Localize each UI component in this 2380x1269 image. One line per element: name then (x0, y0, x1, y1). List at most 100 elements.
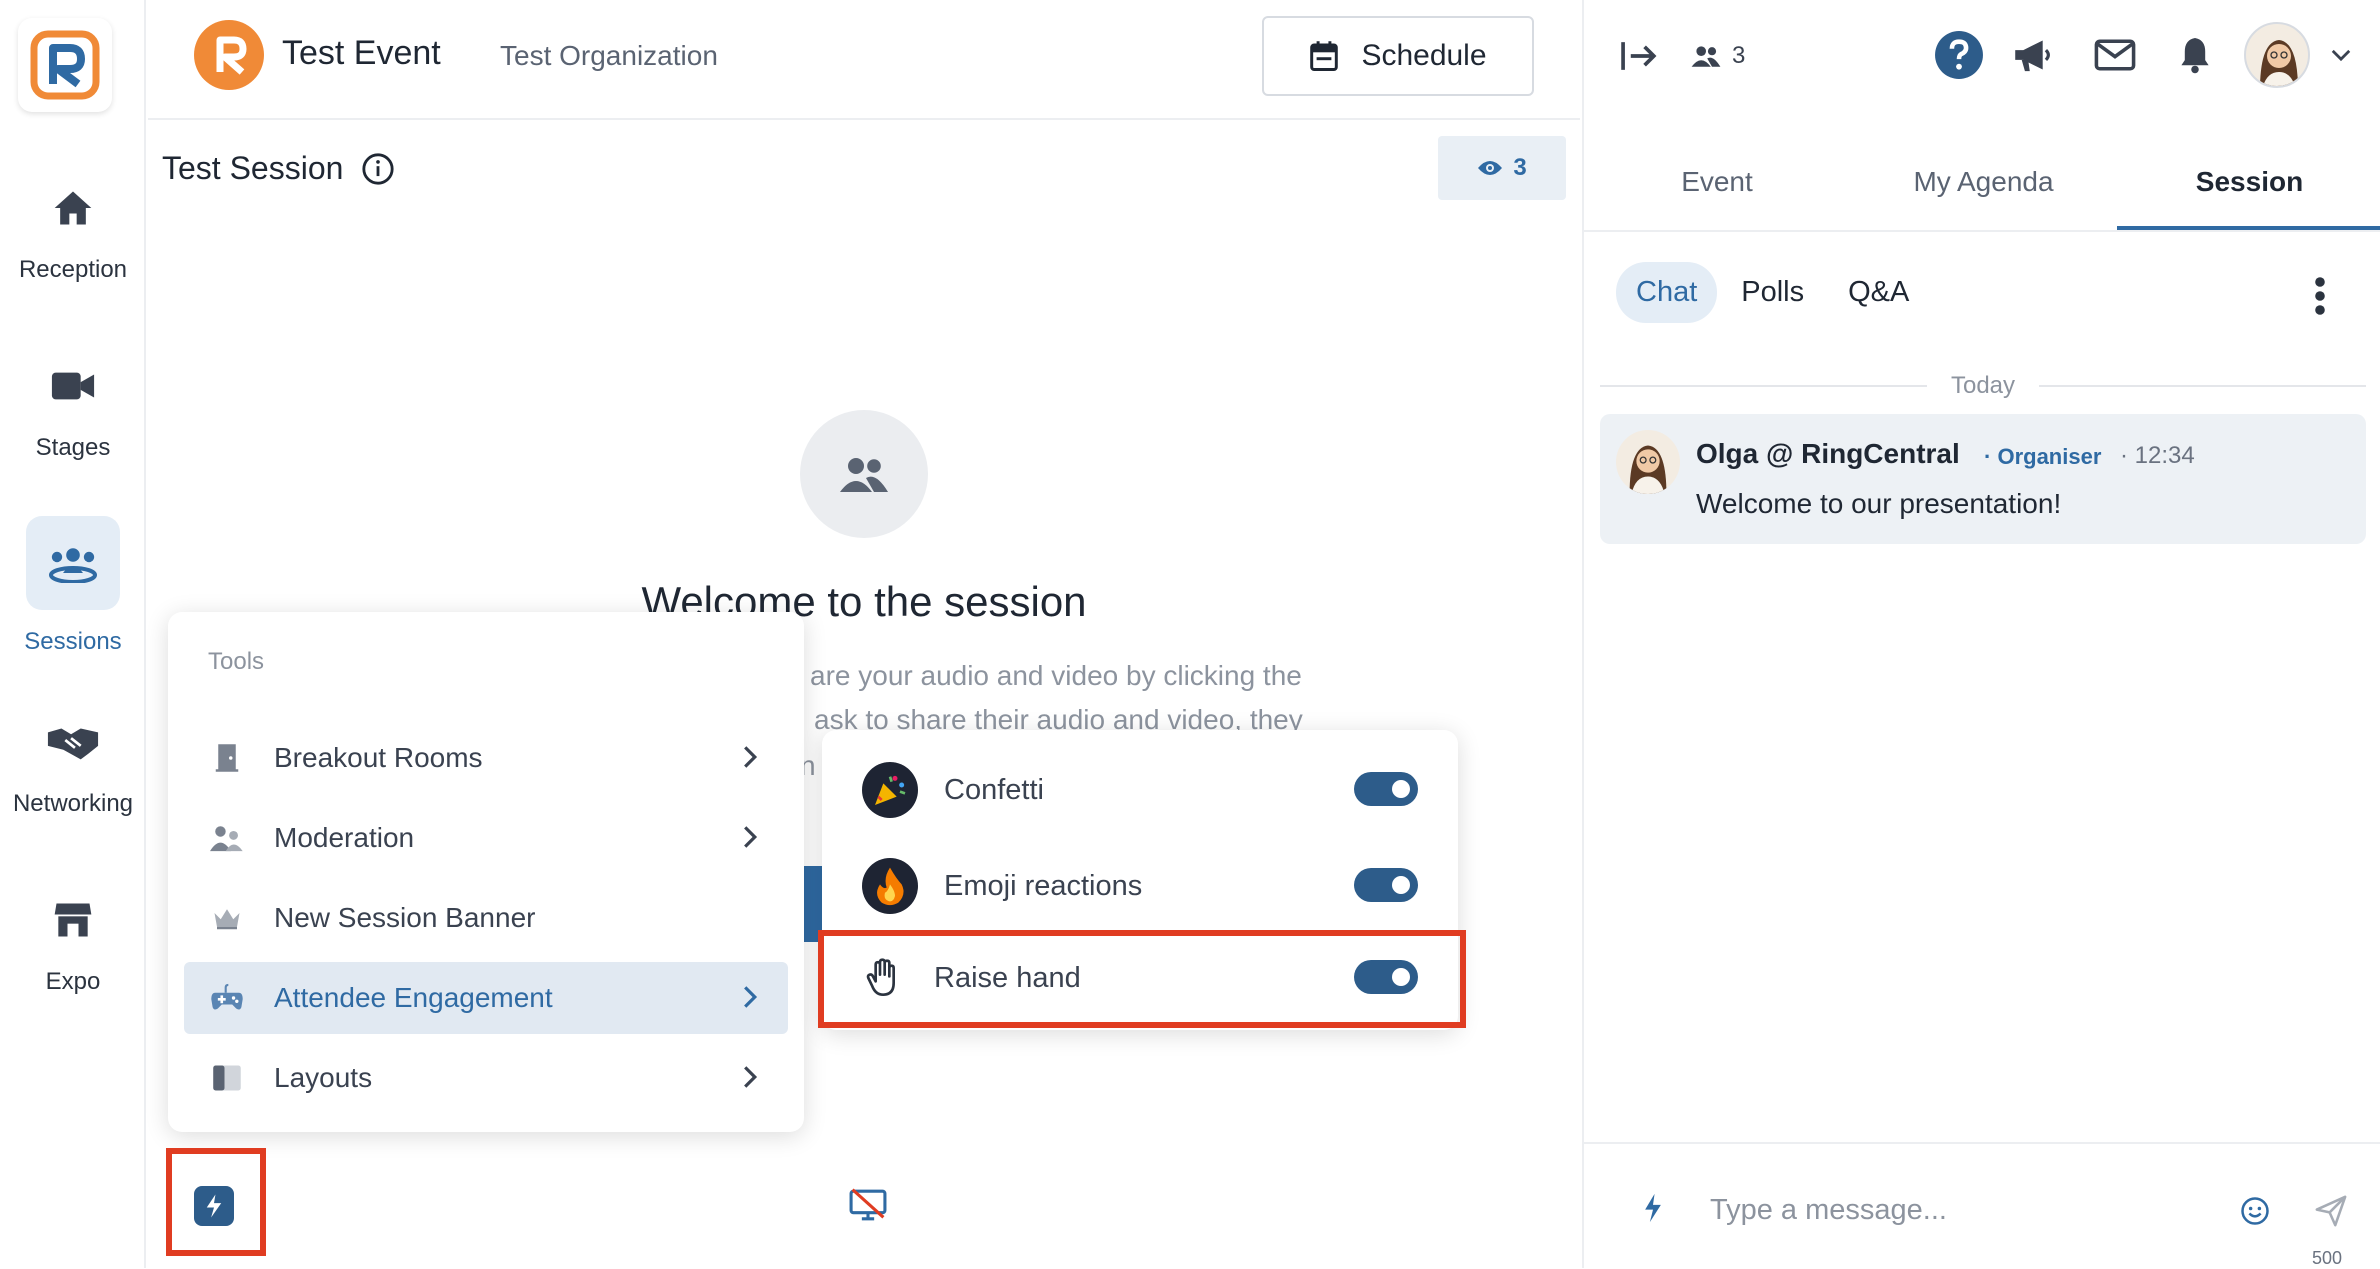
layout-icon (210, 1061, 244, 1095)
app-logo[interactable] (18, 18, 112, 112)
nav-item-networking[interactable]: Networking (0, 712, 146, 818)
subtab-polls[interactable]: Polls (1721, 262, 1824, 323)
tool-item-label: New Session Banner (274, 902, 536, 933)
message-time: 12:34 (2134, 442, 2195, 469)
lightning-icon[interactable] (1642, 1192, 1664, 1224)
author-role-label: Organiser (1997, 444, 2102, 469)
notification-bell-icon[interactable] (2178, 36, 2212, 74)
tool-item-label: Attendee Engagement (274, 982, 553, 1013)
character-limit: 500 (2312, 1248, 2343, 1268)
tab-my-agenda[interactable]: My Agenda (1850, 166, 2117, 198)
ringcentral-logo-icon (30, 30, 100, 100)
viewer-count: 3 (1513, 154, 1527, 181)
chevron-down-icon[interactable] (2330, 48, 2352, 62)
welcome-description-line: are your audio and video by clicking the (810, 660, 1302, 691)
session-subtabs: Chat Polls Q&A (1616, 262, 1929, 323)
message-composer: Type a message... 500 (1584, 1142, 2380, 1268)
author-role: · Organiser (1984, 444, 2102, 469)
video-camera-icon (26, 356, 120, 416)
chevron-right-icon (744, 986, 758, 1008)
session-title-row: Test Session (162, 150, 395, 187)
message-input[interactable]: Type a message... (1710, 1194, 1947, 1227)
author-avatar[interactable] (1616, 430, 1680, 494)
organization-name[interactable]: Test Organization (500, 40, 718, 72)
active-tab-indicator (2117, 226, 2380, 230)
raise-hand-highlight (818, 930, 1466, 1028)
nav-label: Stages (35, 434, 111, 461)
nav-item-sessions[interactable]: Sessions (0, 516, 146, 656)
right-panel-toolbar: 3 (1584, 0, 2380, 112)
help-icon[interactable] (1934, 30, 1984, 80)
tools-heading: Tools (208, 648, 265, 675)
eye-icon (1478, 161, 1503, 175)
top-header: Test Event Test Organization Schedule (148, 0, 1580, 120)
chevron-right-icon (744, 1066, 758, 1088)
tool-item-label: Breakout Rooms (274, 742, 483, 773)
right-panel: 3 Event My Agenda Session Chat Polls Q&A… (1582, 0, 2380, 1268)
home-icon (26, 178, 120, 238)
attendee-count: 3 (1732, 42, 1746, 69)
engagement-item-confetti[interactable]: Confetti (822, 744, 1458, 836)
participants-placeholder (800, 410, 928, 538)
door-icon (210, 741, 244, 775)
tab-event[interactable]: Event (1584, 166, 1850, 198)
viewer-count-badge[interactable]: 3 (1438, 136, 1566, 200)
crown-icon (210, 901, 244, 935)
screen-share-off-icon[interactable] (848, 1188, 888, 1222)
session-title: Test Session (162, 150, 344, 186)
handshake-icon (26, 712, 120, 772)
nav-item-expo[interactable]: Expo (0, 890, 146, 996)
nav-item-reception[interactable]: Reception (0, 178, 146, 284)
chevron-right-icon (744, 746, 758, 768)
attendees-icon[interactable] (1690, 44, 1722, 68)
message-author[interactable]: Olga @ RingCentral (1696, 438, 1960, 470)
calendar-icon (1310, 41, 1339, 72)
chat-message[interactable]: Olga @ RingCentral · Organiser · 12:34 W… (1600, 414, 2366, 544)
panel-tabs: Event My Agenda Session (1584, 140, 2380, 232)
engagement-item-label: Emoji reactions (944, 869, 1143, 902)
date-divider-label: Today (1950, 372, 2016, 399)
tab-session[interactable]: Session (2117, 166, 2380, 198)
collapse-panel-icon[interactable] (1620, 38, 1660, 74)
left-navigation: Reception Stages Sessions Networking Exp… (0, 0, 146, 1268)
chevron-right-icon (744, 826, 758, 848)
emoji-picker-icon[interactable] (2240, 1196, 2270, 1226)
event-title: Test Event (282, 34, 441, 72)
nav-label: Expo (45, 968, 101, 995)
info-icon[interactable] (361, 152, 395, 186)
fire-emoji-icon (862, 858, 918, 914)
engagement-item-emoji-reactions[interactable]: Emoji reactions (822, 840, 1458, 932)
tools-button-highlight (166, 1148, 266, 1256)
mail-icon[interactable] (2094, 38, 2136, 72)
event-logo-icon (194, 20, 264, 90)
emoji-reactions-toggle[interactable] (1354, 868, 1418, 902)
subtab-chat[interactable]: Chat (1616, 262, 1718, 323)
nav-label: Networking (12, 790, 134, 817)
schedule-label: Schedule (1361, 39, 1487, 72)
nav-label: Reception (18, 256, 128, 283)
date-divider: Today (1600, 370, 2367, 402)
subtab-qa[interactable]: Q&A (1828, 262, 1929, 323)
tool-item-moderation[interactable]: Moderation (184, 802, 788, 874)
nav-item-stages[interactable]: Stages (0, 356, 146, 462)
tool-item-label: Moderation (274, 822, 415, 853)
tool-item-layouts[interactable]: Layouts (184, 1042, 788, 1114)
store-icon (26, 890, 120, 950)
schedule-button[interactable]: Schedule (1262, 16, 1534, 96)
message-time-row: · 12:34 (2120, 442, 2195, 469)
tool-item-label: Layouts (274, 1062, 373, 1093)
megaphone-icon[interactable] (2012, 36, 2054, 74)
user-avatar[interactable] (2244, 22, 2310, 88)
send-icon[interactable] (2314, 1194, 2348, 1228)
people-icon (210, 821, 244, 855)
tool-item-attendee-engagement[interactable]: Attendee Engagement (184, 962, 788, 1034)
confetti-toggle[interactable] (1354, 772, 1418, 806)
tool-item-breakout-rooms[interactable]: Breakout Rooms (184, 722, 788, 794)
people-icon (840, 458, 888, 492)
tool-item-new-session-banner[interactable]: New Session Banner (184, 882, 788, 954)
tools-menu: Tools Breakout Rooms Moderation New Sess… (168, 612, 804, 1132)
engagement-item-label: Confetti (944, 773, 1044, 806)
gamepad-icon (210, 981, 244, 1015)
message-text: Welcome to our presentation! (1696, 488, 2062, 519)
more-options-icon[interactable] (2314, 276, 2326, 316)
